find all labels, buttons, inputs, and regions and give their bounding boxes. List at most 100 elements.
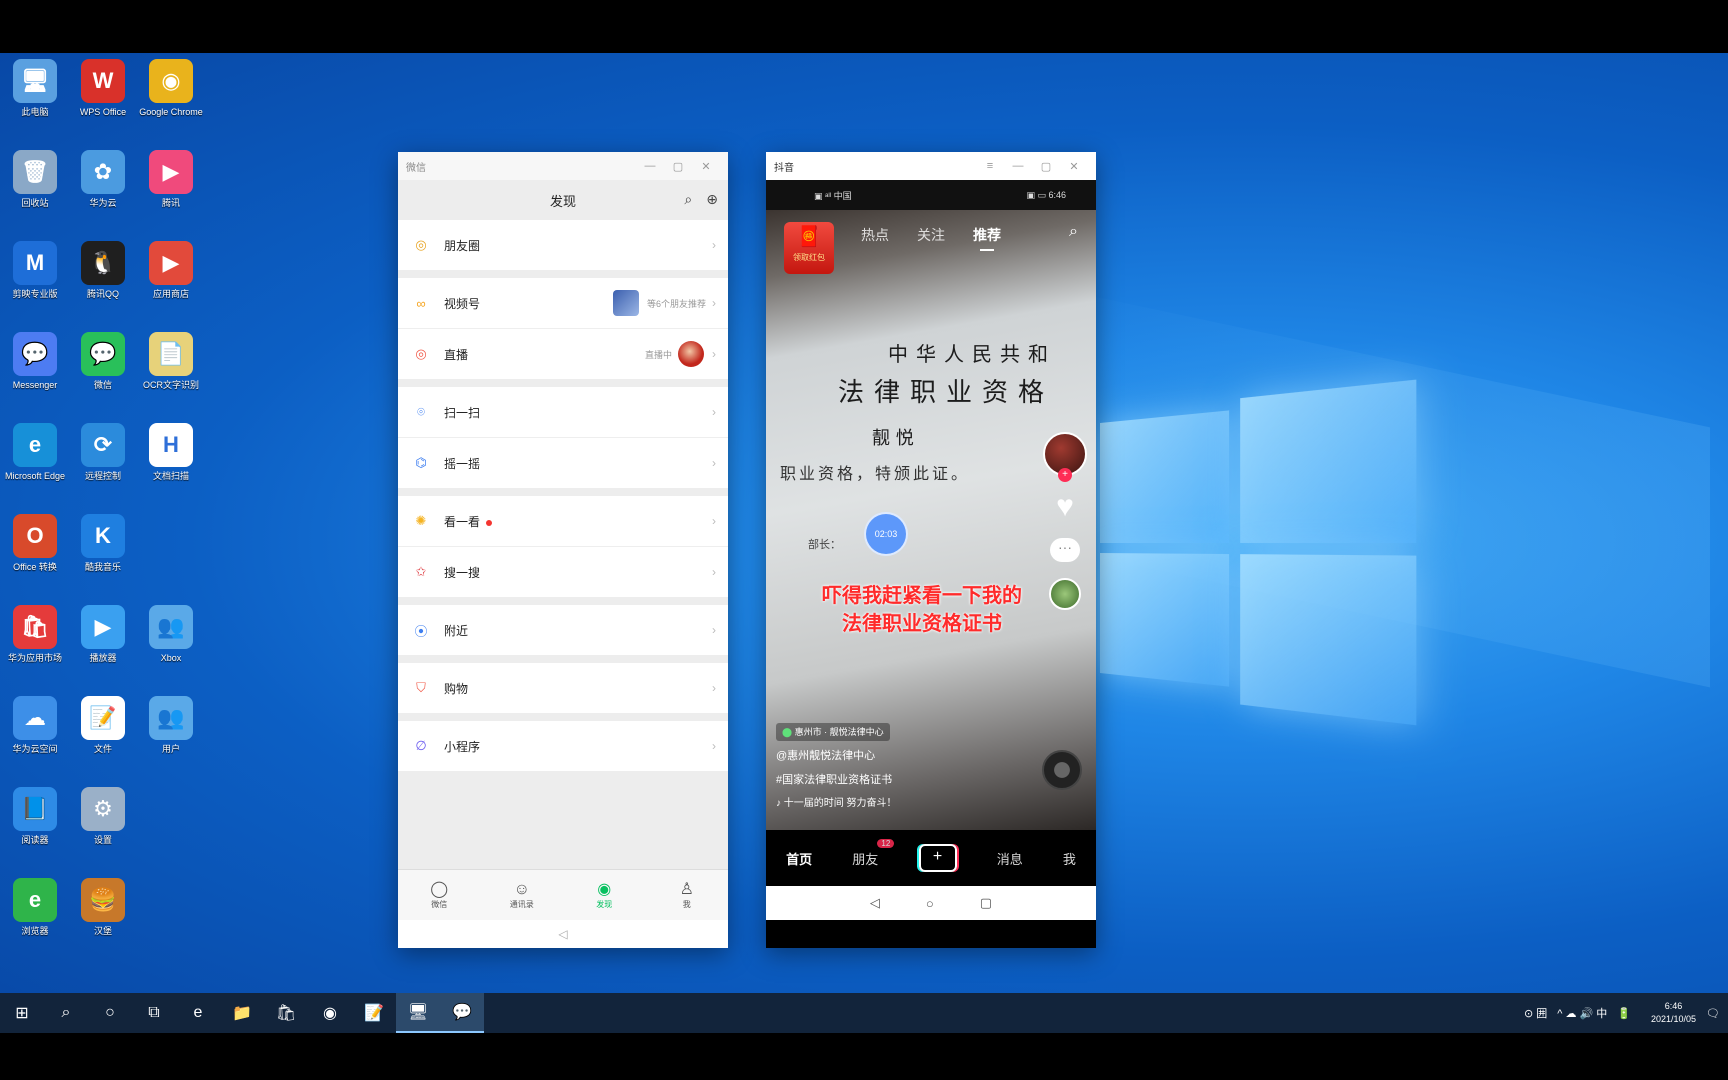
discover-item[interactable]: ∅ 小程序 ›: [398, 721, 728, 771]
tab-1[interactable]: ☺ 通讯录: [481, 870, 564, 920]
desktop-icon[interactable]: 🖥 此电脑: [0, 59, 70, 147]
hashtag[interactable]: #国家法律职业资格证书: [776, 768, 1036, 792]
discover-item[interactable]: ⌾ 扫一扫 ›: [398, 387, 728, 437]
desktop-icon[interactable]: 📘 阅读器: [0, 787, 70, 875]
tray-item-3[interactable]: 🔋: [1617, 1007, 1631, 1020]
file-explorer-icon[interactable]: 📁: [220, 993, 264, 1033]
discover-item[interactable]: ⌬ 摇一摇 ›: [398, 437, 728, 488]
discover-item[interactable]: ✺ 看一看 ›: [398, 496, 728, 546]
desktop-icon[interactable]: O Office 转换: [0, 514, 70, 602]
top-tab-2[interactable]: 推荐: [973, 225, 1001, 245]
desktop-icon[interactable]: ☁ 华为云空间: [0, 696, 70, 784]
notification-icon[interactable]: 🗨: [1706, 1007, 1720, 1020]
desktop-icon[interactable]: K 酷我音乐: [68, 514, 138, 602]
desktop-icon[interactable]: ▶ 播放器: [68, 605, 138, 693]
tray-item-2[interactable]: ^ ☁ 🔊 中: [1557, 1005, 1607, 1021]
discover-item[interactable]: ◎ 直播 直播中 ›: [398, 328, 728, 379]
app-icon: 📘: [13, 787, 57, 831]
tab-2[interactable]: ◉ 发现: [563, 870, 646, 920]
share-avatar[interactable]: [1049, 578, 1081, 610]
discover-item[interactable]: ⛉ 购物 ›: [398, 663, 728, 713]
desktop-icon[interactable]: 💬 微信: [68, 332, 138, 420]
minimize-icon[interactable]: —: [636, 160, 664, 172]
author-avatar[interactable]: +: [1043, 432, 1087, 476]
notes-icon[interactable]: 📝: [352, 993, 396, 1033]
desktop-icon[interactable]: 🗑 回收站: [0, 150, 70, 238]
desktop-icon[interactable]: 💬 Messenger: [0, 332, 70, 420]
desktop-icon[interactable]: H 文档扫描: [136, 423, 206, 511]
desktop-icon[interactable]: W WPS Office: [68, 59, 138, 147]
top-tab-0[interactable]: 热点: [861, 225, 889, 245]
desktop-icon[interactable]: e Microsoft Edge: [0, 423, 70, 511]
bottom-tab-4[interactable]: 我: [1063, 849, 1076, 868]
maximize-icon[interactable]: ▢: [664, 160, 692, 173]
create-plus-button[interactable]: +: [919, 844, 957, 872]
location-tag[interactable]: ⬤ 惠州市 · 靓悦法律中心: [776, 723, 890, 741]
desktop-icon[interactable]: ⟳ 远程控制: [68, 423, 138, 511]
home-icon[interactable]: ○: [926, 896, 934, 911]
clock[interactable]: 6:46 2021/10/05: [1651, 1000, 1696, 1026]
close-icon[interactable]: ✕: [1060, 160, 1088, 173]
desktop-icon[interactable]: ▶ 腾讯: [136, 150, 206, 238]
music-text[interactable]: ♪ 十一届的时间 努力奋斗！: [776, 792, 1036, 816]
cortana-icon[interactable]: ○: [88, 993, 132, 1033]
desktop-icon[interactable]: 🍔 汉堡: [68, 878, 138, 966]
cert-line-4: 职业资格，特颁此证。: [780, 460, 970, 484]
desktop-icon[interactable]: 👥 用户: [136, 696, 206, 784]
desktop-icon[interactable]: 🛍 华为应用市场: [0, 605, 70, 693]
music-disc-icon[interactable]: [1042, 750, 1082, 790]
maximize-icon[interactable]: ▢: [1032, 160, 1060, 173]
desktop-icon[interactable]: ✿ 华为云: [68, 150, 138, 238]
desktop-icon[interactable]: ⚙ 设置: [68, 787, 138, 875]
heart-icon[interactable]: ♥: [1056, 492, 1074, 522]
comment-icon[interactable]: ···: [1050, 538, 1080, 562]
edge-icon[interactable]: e: [176, 993, 220, 1033]
play-indicator[interactable]: 02:03: [864, 512, 908, 556]
bottom-tab-3[interactable]: 消息: [997, 849, 1023, 868]
desktop-icon[interactable]: M 剪映专业版: [0, 241, 70, 329]
desktop-icon[interactable]: 🐧 腾讯QQ: [68, 241, 138, 329]
recents-icon[interactable]: ▢: [980, 895, 992, 911]
start-icon[interactable]: ⊞: [0, 993, 44, 1033]
search-icon[interactable]: ⌕: [44, 993, 88, 1033]
wechat-icon[interactable]: 💬: [440, 993, 484, 1033]
menu-icon[interactable]: ≡: [976, 160, 1004, 172]
phone-mirror-icon[interactable]: 🖥: [396, 993, 440, 1033]
wechat-titlebar[interactable]: 微信 — ▢ ✕: [398, 152, 728, 180]
tab-3[interactable]: ♙ 我: [646, 870, 729, 920]
back-nav-icon[interactable]: ◁: [398, 920, 728, 948]
back-icon[interactable]: ◁: [870, 895, 880, 911]
desktop-icon[interactable]: 📝 文件: [68, 696, 138, 784]
desktop-icon[interactable]: ◉ Google Chrome: [136, 59, 206, 147]
follow-plus-icon[interactable]: +: [1058, 468, 1072, 482]
bottom-tab-1[interactable]: 朋友 12: [852, 849, 878, 868]
add-circle-icon[interactable]: ⊕: [706, 191, 718, 208]
douyin-titlebar[interactable]: 抖音 ≡ — ▢ ✕: [766, 152, 1096, 180]
minimize-icon[interactable]: —: [1004, 160, 1032, 172]
discover-item[interactable]: ⦿ 附近 ›: [398, 605, 728, 655]
search-icon[interactable]: ⌕: [684, 191, 692, 208]
desktop-icon[interactable]: 📄 OCR文字识别: [136, 332, 206, 420]
account-name[interactable]: @惠州靓悦法律中心: [776, 744, 1036, 768]
app-icon[interactable]: ◉: [308, 993, 352, 1033]
desktop-icon[interactable]: e 浏览器: [0, 878, 70, 966]
desktop-icon[interactable]: ▶ 应用商店: [136, 241, 206, 329]
task-view-icon[interactable]: ⧉: [132, 993, 176, 1033]
bottom-tab-0[interactable]: 首页: [786, 849, 812, 868]
app-icon: 👥: [149, 605, 193, 649]
video-player[interactable]: ▣ ⌕ 热点关注推荐 🧧 领取红包 中华人民共和 法律职业资格 靓 悦 职业资格…: [766, 210, 1096, 830]
store-icon[interactable]: 🛍: [264, 993, 308, 1033]
top-tab-1[interactable]: 关注: [917, 225, 945, 245]
app-icon: K: [81, 514, 125, 558]
tab-label: 通讯录: [510, 899, 534, 910]
app-icon: ▶: [81, 605, 125, 649]
desktop-icon[interactable]: 👥 Xbox: [136, 605, 206, 693]
red-packet-badge[interactable]: 🧧 领取红包: [784, 222, 834, 274]
discover-item[interactable]: ∞ 视频号 等6个朋友推荐 ›: [398, 278, 728, 328]
tray-item-1[interactable]: ⊙ 囲: [1524, 1005, 1547, 1021]
discover-item[interactable]: ✩ 搜一搜 ›: [398, 546, 728, 597]
tab-0[interactable]: ◯ 微信: [398, 870, 481, 920]
close-icon[interactable]: ✕: [692, 160, 720, 173]
discover-item[interactable]: ◎ 朋友圈 ›: [398, 220, 728, 270]
search-icon[interactable]: ⌕: [1069, 223, 1078, 241]
